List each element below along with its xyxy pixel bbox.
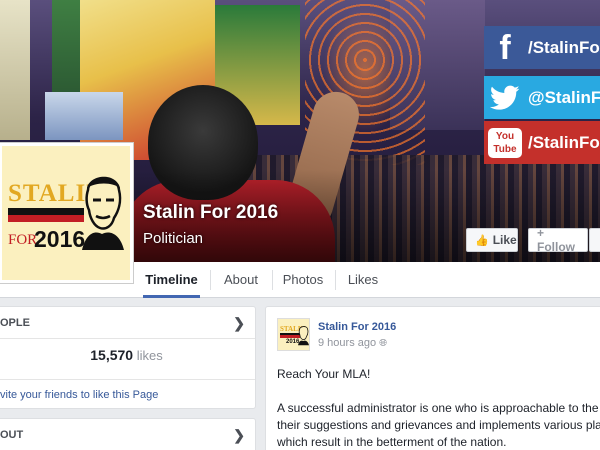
- post-author-avatar[interactable]: STALIN 2016: [277, 318, 310, 351]
- globe-icon: 🌐︎: [379, 338, 388, 349]
- tab-divider: [335, 270, 336, 290]
- tab-divider: [210, 270, 211, 290]
- likes-word: likes: [136, 348, 163, 363]
- facebook-handle-badge: f /StalinFor: [484, 26, 600, 69]
- twitter-icon: [484, 76, 526, 119]
- tab-divider: [272, 270, 273, 290]
- portrait-sketch-icon: [82, 176, 124, 250]
- youtube-icon-text-you: You: [495, 130, 515, 142]
- chevron-right-icon[interactable]: ❯: [233, 307, 245, 339]
- post-timestamp[interactable]: 9 hours ago 🌐︎: [318, 337, 387, 349]
- follow-button[interactable]: + Follow: [528, 226, 588, 254]
- profile-picture[interactable]: STALIN FOR 2016: [0, 142, 134, 284]
- logo-for: FOR: [8, 232, 38, 248]
- page-category: Politician: [143, 230, 204, 247]
- people-card: OPLE ❯ 15,570 likes vite your friends to…: [0, 306, 256, 409]
- twitter-handle: @StalinFo: [528, 87, 600, 107]
- like-page-button[interactable]: 👍 Like: [466, 228, 518, 252]
- more-options-button[interactable]: [589, 228, 600, 252]
- people-card-header[interactable]: OPLE ❯: [0, 307, 255, 339]
- portrait-sketch-icon: [298, 326, 309, 346]
- tab-about[interactable]: About: [220, 262, 262, 298]
- youtube-handle-badge: You Tube /StalinFo: [484, 121, 600, 164]
- tab-photos[interactable]: Photos: [282, 262, 324, 298]
- profile-logo: STALIN FOR 2016: [2, 146, 130, 280]
- post-author-name[interactable]: Stalin For 2016: [318, 321, 396, 333]
- logo-flag-bar: [8, 208, 84, 222]
- invite-friends-link[interactable]: vite your friends to like this Page: [0, 379, 255, 410]
- post-headline: Reach Your MLA!: [277, 367, 371, 381]
- about-card-title: OUT: [0, 429, 24, 441]
- thumbs-up-icon: 👍: [475, 234, 489, 247]
- page-title: Stalin For 2016: [143, 202, 279, 223]
- chevron-right-icon[interactable]: ❯: [233, 419, 245, 450]
- tab-likes[interactable]: Likes: [345, 262, 381, 298]
- youtube-icon-text-tube: Tube: [493, 143, 517, 155]
- post-time-text: 9 hours ago: [318, 337, 377, 349]
- logo-year: 2016: [34, 226, 86, 252]
- follow-label: + Follow: [537, 226, 575, 254]
- likes-summary: 15,570 likes: [0, 347, 255, 363]
- youtube-icon: You Tube: [484, 121, 526, 164]
- like-label: Like: [492, 233, 517, 247]
- timeline-post: STALIN 2016 Stalin For 2016 9 hours ago …: [265, 306, 600, 450]
- post-body: A successful administrator is one who is…: [277, 401, 600, 449]
- cover-poster: [45, 92, 123, 140]
- tab-timeline[interactable]: Timeline: [143, 262, 200, 298]
- facebook-handle: /StalinFor: [528, 37, 600, 57]
- about-card: OUT ❯: [0, 418, 256, 450]
- avatar-logo-bar: [280, 333, 300, 338]
- people-card-title: OPLE: [0, 317, 30, 329]
- likes-count: 15,570: [90, 347, 134, 363]
- youtube-handle: /StalinFo: [528, 132, 600, 152]
- facebook-icon: f: [499, 28, 511, 67]
- cover-poster: [0, 0, 30, 140]
- about-card-header[interactable]: OUT ❯: [0, 419, 255, 450]
- twitter-handle-badge: @StalinFo: [484, 76, 600, 119]
